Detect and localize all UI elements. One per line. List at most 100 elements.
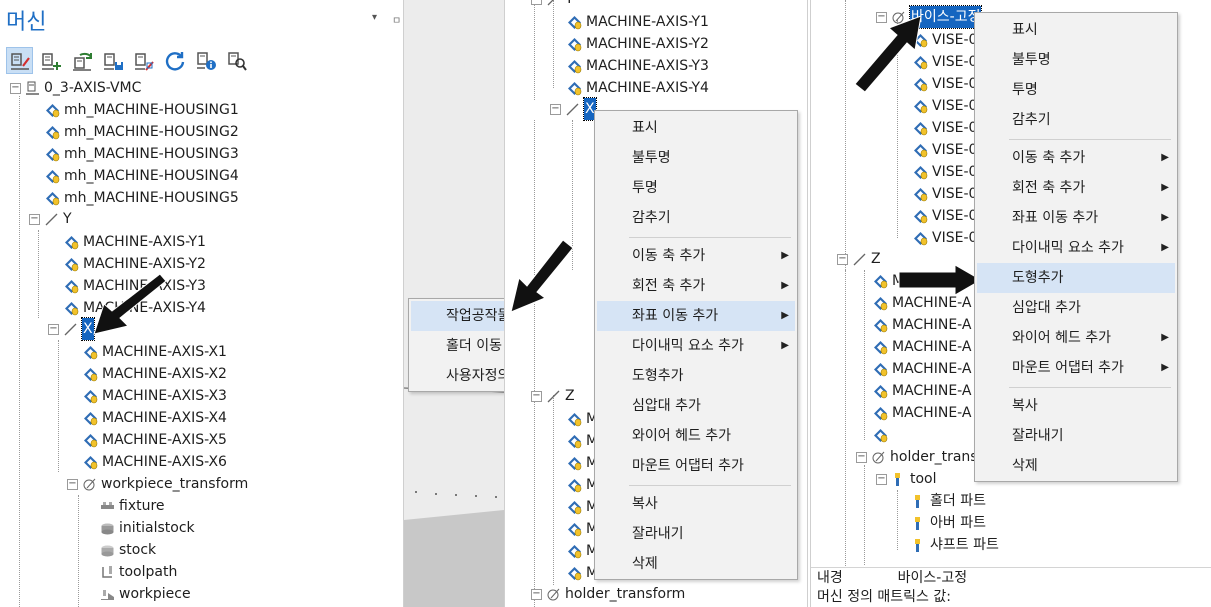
tree-item-axis-y[interactable]: MACHINE-AXIS-Y1 bbox=[567, 11, 709, 33]
context-menu-item[interactable]: 삭제 bbox=[597, 549, 795, 579]
transform-icon bbox=[871, 450, 886, 465]
tree-item-axis-y[interactable]: MACHINE-AXIS-Y1 bbox=[64, 231, 206, 253]
context-menu-item[interactable]: 좌표 이동 추가 ▶ bbox=[597, 301, 795, 331]
tree-item-vise[interactable]: VISE-0 bbox=[913, 183, 977, 205]
context-menu-item[interactable]: 잘라내기 bbox=[597, 519, 795, 549]
collapse-icon[interactable]: − bbox=[550, 103, 561, 115]
collapse-icon[interactable]: − bbox=[67, 478, 78, 490]
tree-item-vise[interactable]: VISE-0 bbox=[913, 227, 977, 249]
holder-transform-node[interactable]: − holder_transform bbox=[531, 583, 685, 605]
tree-item-workpiece[interactable]: stock bbox=[100, 539, 156, 561]
tree-item-housing[interactable]: mh_MACHINE-HOUSING5 bbox=[45, 187, 239, 209]
tree-item-axis-y[interactable]: MACHINE-AXIS-Y3 bbox=[567, 55, 709, 77]
tree-item-axis-x[interactable]: MACHINE-AXIS-X1 bbox=[83, 341, 227, 363]
tree-item-workpiece[interactable]: workpiece bbox=[100, 583, 191, 605]
context-menu-item[interactable]: 다이내믹 요소 추가 ▶ bbox=[597, 331, 795, 361]
tree-item-workpiece[interactable]: fixture bbox=[100, 495, 165, 517]
axis-z-node[interactable]: − Z bbox=[531, 385, 575, 407]
context-menu-item[interactable]: 투명 bbox=[977, 75, 1175, 105]
collapse-icon[interactable]: − bbox=[531, 0, 542, 5]
context-menu-item[interactable]: 와이어 헤드 추가 ▶ bbox=[977, 323, 1175, 353]
context-menu-item[interactable]: 잘라내기 bbox=[977, 421, 1175, 451]
tree-item-axis-x[interactable]: MACHINE-AXIS-X3 bbox=[83, 385, 227, 407]
tree-item-workpiece[interactable]: initialstock bbox=[100, 517, 195, 539]
tool-node[interactable]: − tool bbox=[876, 468, 937, 490]
context-menu-item[interactable]: 좌표 이동 추가 ▶ bbox=[977, 203, 1175, 233]
search-icon[interactable] bbox=[223, 47, 250, 74]
collapse-icon[interactable]: − bbox=[531, 390, 542, 402]
context-menu-item[interactable]: 이동 축 추가 ▶ bbox=[597, 241, 795, 271]
tree-item-housing[interactable]: mh_MACHINE-HOUSING1 bbox=[45, 99, 239, 121]
tree-item-vise[interactable]: VISE-0 bbox=[913, 205, 977, 227]
context-menu-item[interactable]: 마운트 어댑터 추가 bbox=[597, 451, 795, 481]
collapse-icon[interactable]: − bbox=[856, 451, 867, 463]
pin-icon[interactable]: ㅁ bbox=[392, 12, 401, 27]
tree-item-vise[interactable]: VISE-0 bbox=[913, 161, 977, 183]
save-icon[interactable] bbox=[99, 47, 126, 74]
reload-icon[interactable] bbox=[68, 47, 95, 74]
tree-item-tool[interactable]: 샤프트 파트 bbox=[911, 534, 999, 556]
context-menu-item[interactable]: 와이어 헤드 추가 bbox=[597, 421, 795, 451]
tree-item-axis-x[interactable]: MACHINE-AXIS-X5 bbox=[83, 429, 227, 451]
axis-z-node[interactable]: − Z bbox=[837, 248, 881, 270]
tree-root[interactable]: − 0_3-AXIS-VMC bbox=[10, 77, 141, 99]
tree-item-axis-z[interactable]: MACHINE-A bbox=[873, 336, 971, 358]
collapse-icon[interactable]: − bbox=[837, 253, 848, 265]
context-menu-item[interactable]: 회전 축 추가 ▶ bbox=[977, 173, 1175, 203]
dropdown-icon[interactable]: ▾ bbox=[372, 12, 377, 23]
tree-item-axis-y[interactable]: MACHINE-AXIS-Y2 bbox=[567, 33, 709, 55]
context-menu-item[interactable]: 도형추가 bbox=[977, 263, 1175, 293]
axis-x-node[interactable]: − X bbox=[550, 97, 597, 121]
context-menu-item[interactable]: 불투명 bbox=[597, 143, 795, 173]
tree-item-housing[interactable]: mh_MACHINE-HOUSING4 bbox=[45, 165, 239, 187]
tree-item-axis-x[interactable]: MACHINE-AXIS-X6 bbox=[83, 451, 227, 473]
tree-item-housing[interactable]: mh_MACHINE-HOUSING3 bbox=[45, 143, 239, 165]
add-component-icon[interactable] bbox=[37, 47, 64, 74]
holder-transform-node[interactable]: − holder_trans bbox=[856, 446, 978, 468]
axis-y-node[interactable]: − Y bbox=[531, 0, 574, 10]
context-menu-item[interactable]: 복사 bbox=[597, 489, 795, 519]
tree-item-axis-z[interactable] bbox=[873, 424, 892, 446]
edit-machine-icon[interactable] bbox=[6, 47, 33, 74]
workpiece-transform-node[interactable]: − workpiece_transform bbox=[67, 473, 248, 495]
context-menu-item[interactable]: 복사 bbox=[977, 391, 1175, 421]
axis-y-node[interactable]: − Y bbox=[29, 208, 72, 230]
collapse-icon[interactable]: − bbox=[29, 213, 40, 225]
context-menu-item[interactable]: 심압대 추가 bbox=[597, 391, 795, 421]
context-menu-item[interactable]: 삭제 bbox=[977, 451, 1175, 481]
collapse-icon[interactable]: − bbox=[876, 473, 887, 485]
context-menu-item[interactable]: 불투명 bbox=[977, 45, 1175, 75]
collapse-icon[interactable]: − bbox=[531, 588, 542, 600]
tree-item-housing[interactable]: mh_MACHINE-HOUSING2 bbox=[45, 121, 239, 143]
tree-item-axis-x[interactable]: MACHINE-AXIS-X2 bbox=[83, 363, 227, 385]
context-menu-item[interactable]: 감추기 bbox=[597, 203, 795, 233]
context-menu-item[interactable]: 심압대 추가 bbox=[977, 293, 1175, 323]
context-menu-item[interactable]: 감추기 bbox=[977, 105, 1175, 135]
tree-item-axis-z[interactable]: MACHINE-A bbox=[873, 380, 971, 402]
collapse-icon[interactable]: − bbox=[10, 82, 21, 94]
tree-item-vise[interactable]: VISE-0 bbox=[913, 117, 977, 139]
context-menu-item[interactable]: 도형추가 bbox=[597, 361, 795, 391]
tree-item-workpiece[interactable]: toolpath bbox=[100, 561, 177, 583]
collapse-icon[interactable]: − bbox=[48, 323, 59, 335]
tree-item-vise[interactable]: VISE-0 bbox=[913, 95, 977, 117]
context-menu-item[interactable]: 투명 bbox=[597, 173, 795, 203]
tree-item-tool[interactable]: 아버 파트 bbox=[911, 512, 986, 534]
tree-item-axis-y[interactable]: MACHINE-AXIS-Y4 bbox=[567, 77, 709, 99]
tree-item-axis-z[interactable]: MACHINE-A bbox=[873, 314, 971, 336]
tree-item-tool[interactable]: 홀더 파트 bbox=[911, 490, 986, 512]
context-menu-item[interactable]: 표시 bbox=[977, 15, 1175, 45]
context-menu-item[interactable]: 회전 축 추가 ▶ bbox=[597, 271, 795, 301]
refresh-icon[interactable] bbox=[161, 47, 188, 74]
context-menu-item[interactable]: 마운트 어댑터 추가 ▶ bbox=[977, 353, 1175, 383]
info-icon[interactable] bbox=[192, 47, 219, 74]
tree-item-axis-x[interactable]: MACHINE-AXIS-X4 bbox=[83, 407, 227, 429]
tree-item-axis-z[interactable]: MACHINE-A bbox=[873, 358, 971, 380]
edit-properties-icon[interactable] bbox=[130, 47, 157, 74]
tree-item-axis-z[interactable]: MACHINE-A bbox=[873, 402, 971, 424]
axis-x-node[interactable]: − X bbox=[48, 317, 95, 341]
context-menu-item[interactable]: 다이내믹 요소 추가 ▶ bbox=[977, 233, 1175, 263]
context-menu-item[interactable]: 표시 bbox=[597, 113, 795, 143]
context-menu-item[interactable]: 이동 축 추가 ▶ bbox=[977, 143, 1175, 173]
tree-item-vise[interactable]: VISE-0 bbox=[913, 139, 977, 161]
